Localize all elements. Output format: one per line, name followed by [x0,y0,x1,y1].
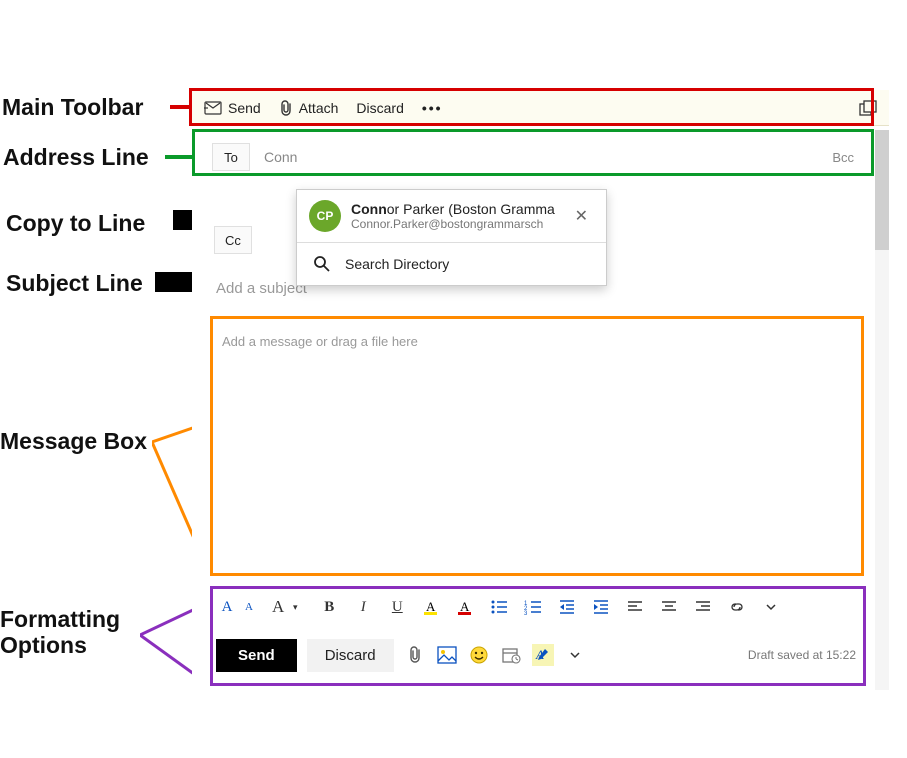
connector-address [165,155,195,159]
contact-info: Connor Parker (Boston Gramma Connor.Park… [351,201,559,231]
search-directory-button[interactable]: Search Directory [297,242,606,285]
arrow-subject [155,272,197,292]
contact-suggestion-popup: CP Connor Parker (Boston Gramma Connor.P… [296,189,607,286]
highlight-main-toolbar [189,88,874,126]
annotation-address-line: Address Line [3,144,149,171]
scrollbar-thumb[interactable] [875,130,889,250]
annotation-subject-line: Subject Line [6,270,143,297]
annotation-message-box: Message Box [0,428,147,455]
vertical-scrollbar[interactable] [875,130,889,690]
search-directory-label: Search Directory [345,256,449,272]
highlight-formatting-options [210,586,866,686]
contact-name: Connor Parker (Boston Gramma [351,201,559,217]
search-icon [313,255,331,273]
annotation-copy-to-line: Copy to Line [6,210,145,237]
contact-suggestion-item[interactable]: CP Connor Parker (Boston Gramma Connor.P… [297,190,606,242]
annotation-formatting-options: Formatting Options [0,606,120,659]
annotation-main-toolbar: Main Toolbar [2,94,143,121]
contact-email: Connor.Parker@bostongrammarsch [351,217,559,231]
highlight-message-box [210,316,864,576]
close-icon: ✕ [575,208,588,225]
contact-avatar: CP [309,200,341,232]
dismiss-suggestion-button[interactable]: ✕ [569,204,594,228]
cc-button[interactable]: Cc [214,226,252,254]
highlight-address-line [192,129,874,176]
